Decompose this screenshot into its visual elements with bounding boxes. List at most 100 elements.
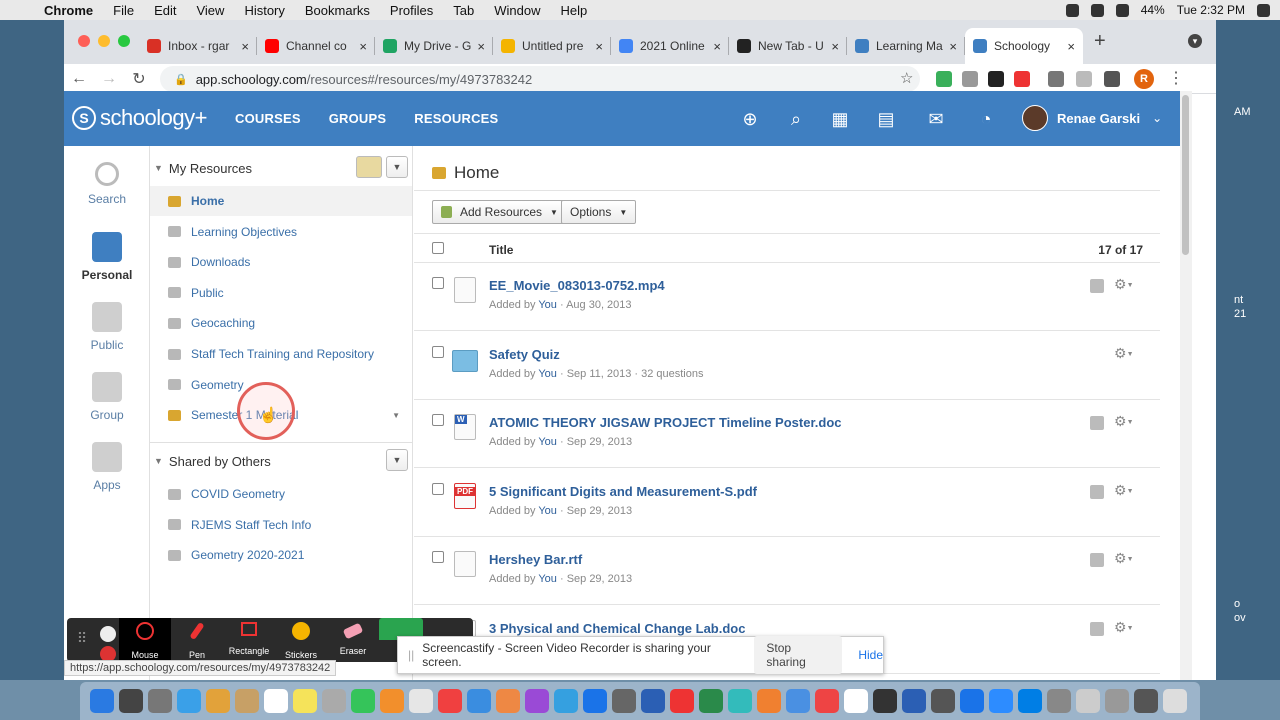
calendar-icon[interactable]: ▤ xyxy=(876,109,896,129)
dock-app-icon[interactable] xyxy=(612,689,636,713)
gear-icon[interactable]: ⚙▼ xyxy=(1114,482,1134,499)
dock-app-icon[interactable] xyxy=(815,689,839,713)
folder-options-icon[interactable]: ▼ xyxy=(392,411,400,420)
zoom-window-icon[interactable] xyxy=(118,35,130,47)
rail-group[interactable]: Group xyxy=(64,372,150,422)
dock-app-icon[interactable] xyxy=(728,689,752,713)
drag-handle-icon[interactable]: ⠿ xyxy=(67,618,97,658)
row-checkbox[interactable] xyxy=(432,482,444,495)
nav-resources[interactable]: RESOURCES xyxy=(414,111,498,126)
dock-app-icon[interactable] xyxy=(960,689,984,713)
folder-item[interactable]: Staff Tech Training and Repository xyxy=(150,339,412,369)
menu-history[interactable]: History xyxy=(244,3,284,18)
dock-app-icon[interactable] xyxy=(1018,689,1042,713)
dock-app-icon[interactable] xyxy=(351,689,375,713)
rail-personal[interactable]: Personal xyxy=(64,232,150,282)
row-checkbox[interactable] xyxy=(432,551,444,563)
options-button[interactable]: Options ▼ xyxy=(561,200,637,224)
extension-icon[interactable] xyxy=(1014,71,1030,87)
publish-library-icon[interactable] xyxy=(1090,553,1104,567)
tool-eraser[interactable]: Eraser xyxy=(327,618,379,662)
tool-rectangle[interactable]: Rectangle xyxy=(223,618,275,662)
tool-pen[interactable]: Pen xyxy=(171,618,223,662)
tool-mouse[interactable]: Mouse xyxy=(119,618,171,662)
close-tab-icon[interactable]: × xyxy=(949,39,957,54)
browser-menu-icon[interactable]: ⋮ xyxy=(1168,68,1184,88)
dock-app-icon[interactable] xyxy=(1134,689,1158,713)
author-link[interactable]: You xyxy=(538,436,557,448)
notifications-bell-icon[interactable]: ◔ xyxy=(976,109,996,129)
dock-app-icon[interactable] xyxy=(438,689,462,713)
add-folder-icon[interactable] xyxy=(356,156,382,178)
publish-library-icon[interactable] xyxy=(1090,416,1104,430)
menu-clock[interactable]: Tue 2:32 PM xyxy=(1177,3,1245,17)
dock-app-icon[interactable] xyxy=(525,689,549,713)
row-checkbox[interactable] xyxy=(432,414,444,426)
hide-link[interactable]: Hide xyxy=(858,648,883,662)
browser-tab[interactable]: Channel co × xyxy=(257,28,375,64)
scrollbar-thumb[interactable] xyxy=(1182,95,1189,255)
menu-profiles[interactable]: Profiles xyxy=(390,3,433,18)
gear-icon[interactable]: ⚙▼ xyxy=(1114,413,1134,430)
create-plus-icon[interactable]: ⊕ xyxy=(740,109,760,129)
dock-app-icon[interactable] xyxy=(1047,689,1071,713)
extension-icon[interactable] xyxy=(988,71,1004,87)
dock-app-icon[interactable] xyxy=(148,689,172,713)
browser-tab[interactable]: Schoology × xyxy=(965,28,1083,64)
dock-app-icon[interactable] xyxy=(583,689,607,713)
resource-row[interactable]: Safety Quiz Added by You · Sep 11, 2013 ·… xyxy=(414,332,1160,400)
user-menu[interactable]: Renae Garski ⌄ xyxy=(1022,105,1162,131)
dock-app-icon[interactable] xyxy=(670,689,694,713)
menu-tab[interactable]: Tab xyxy=(453,3,474,18)
address-bar[interactable]: 🔒 app.schoology.com/resources#/resources… xyxy=(160,66,920,92)
extension-icon[interactable] xyxy=(1076,71,1092,87)
dock-app-icon[interactable] xyxy=(496,689,520,713)
shared-header[interactable]: ▼ Shared by Others xyxy=(154,449,409,473)
gear-icon[interactable]: ⚙▼ xyxy=(1114,619,1134,636)
menu-file[interactable]: File xyxy=(113,3,134,18)
row-checkbox[interactable] xyxy=(432,277,444,289)
dock-app-icon[interactable] xyxy=(409,689,433,713)
dock-app-icon[interactable] xyxy=(1076,689,1100,713)
resource-row[interactable]: Hershey Bar.rtf Added by You · Sep 29, 20… xyxy=(414,537,1160,605)
microphone-icon[interactable] xyxy=(1065,3,1079,17)
apps-grid-icon[interactable]: ▦ xyxy=(830,109,850,129)
reload-icon[interactable]: ↻ xyxy=(124,69,154,89)
back-icon[interactable]: ← xyxy=(64,70,94,88)
row-checkbox[interactable] xyxy=(432,345,444,358)
rail-search[interactable]: Search xyxy=(64,162,150,206)
browser-tab[interactable]: Inbox - rgar × xyxy=(139,28,257,64)
bookmark-star-icon[interactable]: ☆ xyxy=(900,69,913,87)
dock-app-icon[interactable] xyxy=(235,689,259,713)
select-all-checkbox[interactable] xyxy=(432,242,444,254)
shared-options-dropdown[interactable]: ▼ xyxy=(386,449,408,471)
close-tab-icon[interactable]: × xyxy=(595,39,603,54)
browser-tab[interactable]: 2021 Online × xyxy=(611,28,729,64)
schoology-logo[interactable]: S schoology+ xyxy=(72,105,207,131)
dock-app-icon[interactable] xyxy=(264,689,288,713)
close-tab-icon[interactable]: × xyxy=(1067,39,1075,54)
new-tab-icon[interactable]: + xyxy=(1094,30,1106,53)
spotlight-icon[interactable] xyxy=(1257,3,1270,17)
menu-edit[interactable]: Edit xyxy=(154,3,176,18)
close-tab-icon[interactable]: × xyxy=(713,39,721,54)
dock-app-icon[interactable] xyxy=(873,689,897,713)
dock-app-icon[interactable] xyxy=(931,689,955,713)
menu-app-name[interactable]: Chrome xyxy=(44,3,93,18)
wifi-icon[interactable] xyxy=(1090,3,1104,17)
resource-row[interactable]: 5 Significant Digits and Measurement-S.p… xyxy=(414,469,1160,537)
close-tab-icon[interactable]: × xyxy=(241,39,249,54)
dock-app-icon[interactable] xyxy=(293,689,317,713)
menu-view[interactable]: View xyxy=(196,3,224,18)
publish-library-icon[interactable] xyxy=(1090,621,1104,636)
folder-item[interactable]: Learning Objectives xyxy=(150,217,412,247)
dock-app-icon[interactable] xyxy=(989,689,1013,713)
messages-envelope-icon[interactable]: ✉ xyxy=(926,109,946,129)
collapse-triangle-icon[interactable]: ▼ xyxy=(154,456,163,466)
rail-public[interactable]: Public xyxy=(64,302,150,352)
dock-app-icon[interactable] xyxy=(554,689,578,713)
menu-window[interactable]: Window xyxy=(494,3,540,18)
dock-app-icon[interactable] xyxy=(902,689,926,713)
search-icon[interactable]: ⌕ xyxy=(786,109,806,129)
rail-apps[interactable]: Apps xyxy=(64,442,150,492)
